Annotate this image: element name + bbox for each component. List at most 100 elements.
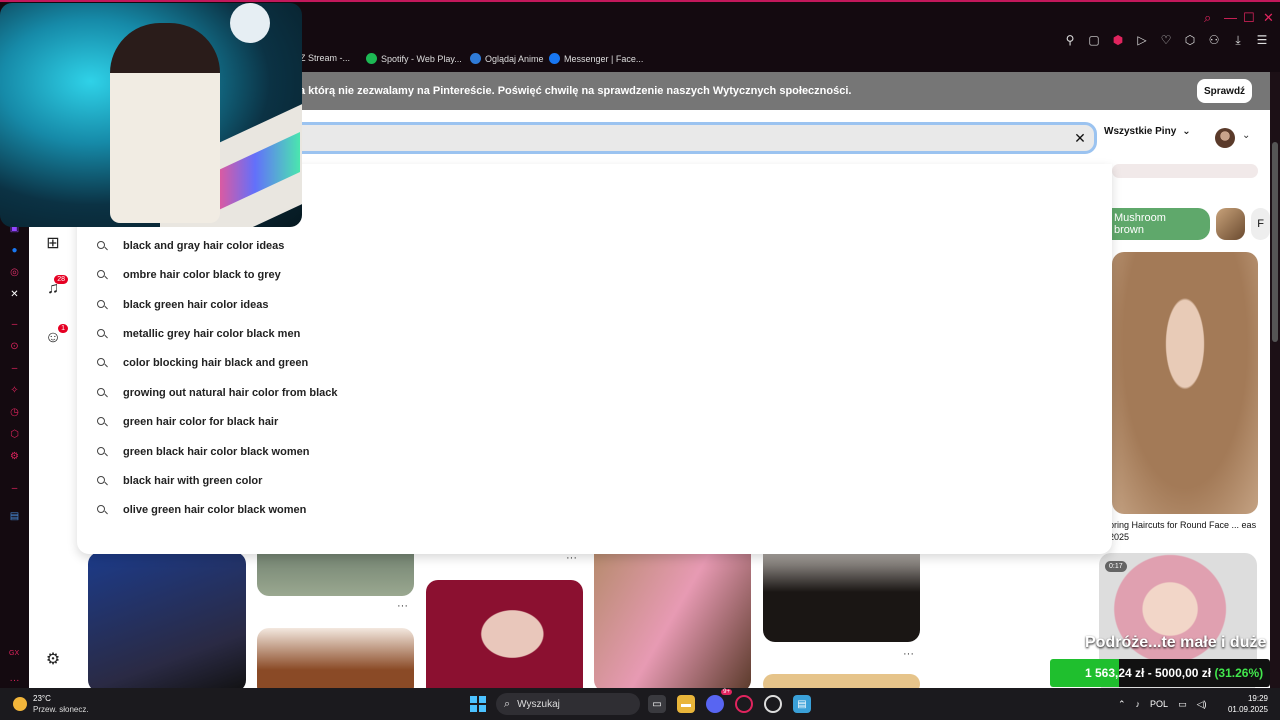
close-window-icon[interactable]: ✕ bbox=[1263, 10, 1274, 26]
search-icon bbox=[97, 476, 107, 486]
volume-icon[interactable]: ◁) bbox=[1197, 699, 1207, 710]
search-icon bbox=[97, 505, 107, 515]
clock-time: 19:29 bbox=[1247, 694, 1268, 703]
pin-card[interactable] bbox=[88, 552, 246, 688]
search-icon bbox=[97, 270, 107, 280]
search-icon bbox=[97, 241, 107, 251]
search-icon bbox=[97, 329, 107, 339]
start-button[interactable] bbox=[470, 696, 486, 712]
more-icon[interactable]: ··· bbox=[8, 674, 21, 687]
pin-more-icon[interactable]: ··· bbox=[397, 600, 408, 612]
chevron-down-icon[interactable]: ⌄ bbox=[1242, 130, 1250, 141]
suggestion-item[interactable]: green hair color for black hair bbox=[97, 412, 278, 432]
suggestion-item[interactable]: color blocking hair black and green bbox=[97, 353, 308, 373]
banner-text: a którą nie zezwalamy na Pintereście. Po… bbox=[299, 85, 852, 97]
pin-card[interactable] bbox=[257, 628, 414, 688]
create-icon[interactable]: ⊞ bbox=[44, 234, 62, 252]
pin-card[interactable] bbox=[763, 542, 920, 642]
notifications-icon[interactable]: ♫ 28 bbox=[44, 275, 68, 298]
avatar[interactable] bbox=[1215, 128, 1235, 148]
stream-goal-title: Podróże...te małe i duże bbox=[1085, 634, 1267, 651]
goal-percent: (31.26%) bbox=[1214, 666, 1264, 680]
spotify-icon bbox=[366, 53, 377, 64]
sun-icon[interactable] bbox=[13, 697, 27, 711]
pin-more-icon[interactable]: ··· bbox=[903, 648, 914, 660]
search-icon bbox=[97, 300, 107, 310]
file-explorer-icon[interactable]: ▬ bbox=[677, 695, 695, 713]
anime-icon bbox=[470, 53, 481, 64]
bookmark-spotify[interactable]: Spotify - Web Play... bbox=[366, 53, 462, 64]
obs-icon[interactable] bbox=[764, 695, 782, 713]
chip-thumbnail[interactable] bbox=[1216, 208, 1246, 240]
clock-date: 01.09.2025 bbox=[1227, 705, 1268, 714]
suggestion-item[interactable]: olive green hair color black women bbox=[97, 500, 306, 520]
pin-card[interactable] bbox=[426, 580, 583, 688]
weather-description[interactable]: Przew. słonecz. bbox=[33, 705, 89, 714]
suggestion-item[interactable]: black and gray hair color ideas bbox=[97, 236, 284, 256]
divider-icon: – bbox=[11, 363, 18, 374]
suggestion-item[interactable]: green black hair color black women bbox=[97, 442, 309, 462]
chip-mushroom-brown[interactable]: Mushroom brown bbox=[1100, 208, 1211, 240]
extensions-sidebar-icon[interactable]: ⬡ bbox=[8, 428, 21, 441]
discord-icon[interactable]: 9+ bbox=[706, 689, 732, 713]
stream-goal-amount: 1 563,24 zł - 5000,00 zł (31.26%) bbox=[1085, 666, 1263, 680]
all-pins-filter[interactable]: Wszystkie Piny ⌄ bbox=[1104, 126, 1191, 137]
chip-partial[interactable]: F bbox=[1251, 208, 1270, 240]
x-icon[interactable]: ✕ bbox=[8, 288, 21, 301]
suggestion-item[interactable]: black hair with green color bbox=[97, 471, 262, 491]
bookmark-label: Z Stream -... bbox=[300, 53, 351, 63]
microphone-icon[interactable]: ♪ bbox=[1136, 699, 1141, 709]
search-icon bbox=[97, 358, 107, 368]
chevron-up-icon[interactable]: ⌃ bbox=[1118, 699, 1126, 710]
messenger-icon[interactable]: ● bbox=[8, 244, 21, 257]
discord-badge: 9+ bbox=[721, 689, 732, 695]
chevron-down-icon: ⌄ bbox=[1182, 126, 1191, 137]
network-icon[interactable]: ▭ bbox=[1178, 699, 1187, 710]
suggestion-item[interactable]: ombre hair color black to grey bbox=[97, 265, 281, 285]
suggestion-item[interactable]: growing out natural hair color from blac… bbox=[97, 383, 338, 403]
instagram-icon[interactable]: ◎ bbox=[8, 266, 21, 279]
opera-gx-icon[interactable] bbox=[735, 695, 753, 713]
suggestion-item[interactable]: metallic grey hair color black men bbox=[97, 324, 300, 344]
task-view-icon[interactable]: ▭ bbox=[648, 695, 666, 713]
close-icon[interactable]: ✕ bbox=[1070, 128, 1090, 148]
messages-icon[interactable]: ☺ 1 bbox=[44, 324, 68, 347]
maximize-icon[interactable]: ☐ bbox=[1243, 10, 1255, 26]
settings-icon[interactable]: ⚙ bbox=[44, 650, 62, 668]
divider-icon: – bbox=[11, 483, 18, 494]
pinboard-icon[interactable]: ✧ bbox=[8, 384, 21, 397]
weather-temperature[interactable]: 23°C bbox=[33, 694, 51, 703]
scrollbar-thumb[interactable] bbox=[1272, 142, 1278, 342]
language-indicator[interactable]: POL bbox=[1150, 699, 1168, 709]
player-icon[interactable]: ⊙ bbox=[8, 340, 21, 353]
notes-icon[interactable]: ▤ bbox=[8, 510, 21, 523]
notepad-icon[interactable]: ▤ bbox=[793, 695, 811, 713]
opera-gx-badge: GX bbox=[9, 650, 20, 657]
facebook-icon bbox=[549, 53, 560, 64]
search-icon bbox=[97, 417, 107, 427]
clock[interactable]: 19:29 01.09.2025 bbox=[1228, 693, 1268, 715]
bookmark-stream[interactable]: Z Stream -... bbox=[300, 53, 350, 63]
search-input[interactable]: ✕ bbox=[259, 122, 1097, 154]
bookmark-anime[interactable]: Oglądaj Anime bbox=[470, 53, 544, 64]
bookmark-label: Spotify - Web Play... bbox=[381, 53, 462, 64]
taskbar-search[interactable]: ⌕ Wyszukaj bbox=[496, 693, 640, 715]
pin-card[interactable] bbox=[1112, 164, 1258, 178]
minimize-icon[interactable]: — bbox=[1224, 10, 1237, 25]
history-icon[interactable]: ◷ bbox=[8, 406, 21, 419]
pin-card[interactable] bbox=[1112, 252, 1258, 514]
bookmark-messenger[interactable]: Messenger | Face... bbox=[549, 53, 643, 64]
pin-caption[interactable]: pring Haircuts for Round Face ... eas 20… bbox=[1109, 519, 1259, 543]
settings-sidebar-icon[interactable]: ⚙ bbox=[8, 450, 21, 463]
suggestion-item[interactable]: black green hair color ideas bbox=[97, 295, 269, 315]
bookmark-label: Oglądaj Anime bbox=[485, 53, 544, 64]
pin-card[interactable] bbox=[594, 542, 751, 688]
video-duration: 0:17 bbox=[1105, 561, 1127, 572]
search-tabs-icon[interactable]: ⌕ bbox=[1204, 10, 1211, 26]
search-icon bbox=[97, 447, 107, 457]
pin-card[interactable] bbox=[763, 674, 920, 688]
check-button[interactable]: Sprawdź bbox=[1197, 79, 1252, 103]
page-scrollbar[interactable] bbox=[1270, 72, 1280, 688]
filter-label: Wszystkie Piny bbox=[1104, 126, 1177, 137]
search-icon: ⌕ bbox=[504, 697, 511, 710]
